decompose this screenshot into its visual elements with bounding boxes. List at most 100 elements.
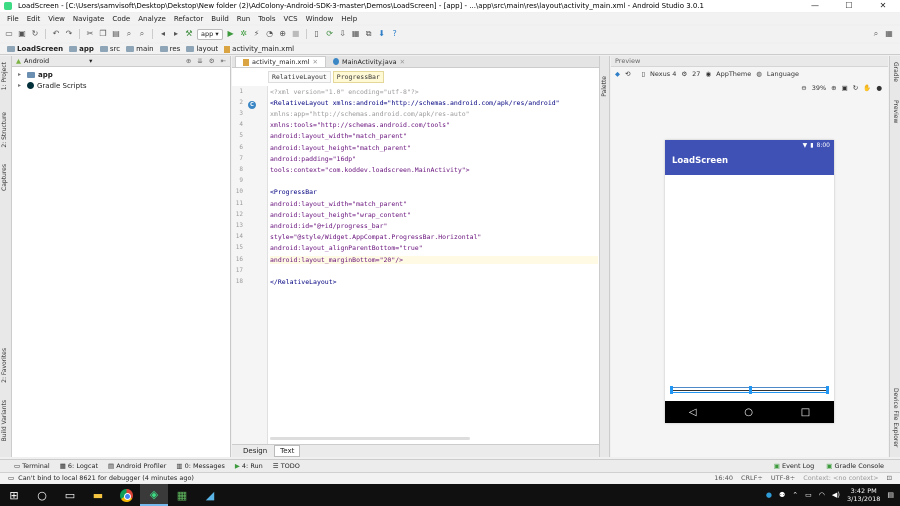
refresh-icon[interactable]: ↻ [853,84,858,92]
android-studio-taskbar-icon[interactable]: ◈ [140,484,168,506]
scroll-from-source-icon[interactable]: ⊕ [186,57,191,65]
phone-icon[interactable]: ▯ [641,70,645,78]
tab-main-activity[interactable]: MainActivity.java ✕ [326,56,412,67]
run-icon[interactable]: ▶ [226,29,236,39]
attach-debugger-icon[interactable]: ⊕ [278,29,288,39]
device-file-explorer-tab[interactable]: Device File Explorer [892,388,899,447]
globe-icon[interactable]: ◍ [756,70,762,78]
favorites-tool-tab[interactable]: 2: Favorites [1,348,8,383]
status-message[interactable]: Can't bind to local 8621 for debugger (4… [18,474,194,482]
resize-handle[interactable] [670,386,673,394]
chevron-right-icon[interactable]: ▸ [18,71,24,78]
app-icon[interactable]: ◢ [196,484,224,506]
wifi-tray-icon[interactable]: ◠ [819,491,825,499]
find-icon[interactable]: ⌕ [124,29,134,39]
make-project-icon[interactable]: ⚒ [184,29,194,39]
tree-item-gradle-scripts[interactable]: ▸ Gradle Scripts [12,80,230,91]
breadcrumb-main[interactable]: main [123,45,157,53]
layers-icon[interactable]: ◆ [615,70,620,78]
language-select[interactable]: Language [767,70,799,78]
breadcrumb-src[interactable]: src [97,45,123,53]
layout-icon[interactable]: ▦ [884,29,894,39]
gear-icon[interactable]: ⚙ [209,57,215,65]
volume-icon[interactable]: ◀) [832,491,840,499]
stop-icon[interactable]: ■ [291,29,301,39]
search-everywhere-icon[interactable]: ⌕ [871,29,881,39]
orientation-icon[interactable]: ⟲ [625,70,630,78]
chrome-icon[interactable] [112,484,140,506]
search-icon[interactable]: ○ [28,484,56,506]
notification-icon[interactable]: ▤ [887,491,894,499]
network-badge-icon[interactable]: ● [766,491,772,499]
terminal-tab[interactable]: ▭ Terminal [14,462,50,470]
resize-handle[interactable] [749,386,752,394]
task-view-icon[interactable]: ▭ [56,484,84,506]
pan-icon[interactable]: ✋ [863,84,871,92]
help-icon[interactable]: ? [390,29,400,39]
copy-icon[interactable]: ❐ [98,29,108,39]
progress-bar-preview[interactable] [670,386,829,394]
close-icon[interactable]: ✕ [313,58,318,66]
breadcrumb-res[interactable]: res [157,45,184,53]
zoom-in-icon[interactable]: ⊕ [831,84,836,92]
menu-analyze[interactable]: Analyze [134,15,170,23]
people-icon[interactable]: ⚉ [779,491,785,499]
context-class-icon[interactable]: C [248,101,256,109]
menu-navigate[interactable]: Navigate [69,15,108,23]
undo-icon[interactable]: ↶ [51,29,61,39]
run-tab[interactable]: ▶ 4: Run [235,462,263,470]
android-profiler-tab[interactable]: ▤ Android Profiler [108,462,166,470]
resize-handle[interactable] [826,386,829,394]
menu-window[interactable]: Window [302,15,338,23]
run-config-select[interactable]: app ▾ [197,28,223,40]
menu-vcs[interactable]: VCS [279,15,301,23]
paste-icon[interactable]: ▤ [111,29,121,39]
sync-icon[interactable]: ↻ [30,29,40,39]
avd-manager-icon[interactable]: ▯ [312,29,322,39]
horizontal-scrollbar[interactable] [270,437,470,440]
caret-position[interactable]: 16:40 [714,474,733,482]
messages-tab[interactable]: ▥ 0: Messages [176,462,225,470]
api-icon[interactable]: ⚙ [681,70,687,78]
gradle-tool-tab[interactable]: Gradle [892,62,899,82]
breadcrumb-layout[interactable]: layout [183,45,221,53]
menu-code[interactable]: Code [108,15,134,23]
warning-icon[interactable]: ● [876,84,882,92]
xml-crumb-relativelayout[interactable]: RelativeLayout [268,71,331,83]
captures-tool-tab[interactable]: Captures [1,164,8,191]
device-select[interactable]: Nexus 4 [650,70,676,78]
lock-icon[interactable]: ⊡ [887,474,892,482]
menu-tools[interactable]: Tools [254,15,279,23]
collapse-all-icon[interactable]: ⇊ [197,57,202,65]
theme-select[interactable]: AppTheme [716,70,751,78]
xml-crumb-progressbar[interactable]: ProgressBar [332,71,384,83]
chevron-down-icon[interactable]: ▾ [89,57,92,65]
menu-view[interactable]: View [44,15,69,23]
spreadsheet-icon[interactable]: ▦ [168,484,196,506]
minimize-button[interactable]: — [798,0,832,12]
menu-help[interactable]: Help [337,15,361,23]
gradle-console-tab[interactable]: ▣ Gradle Console [826,462,884,470]
todo-tab[interactable]: ☰ TODO [273,462,300,470]
back-icon[interactable]: ◂ [158,29,168,39]
tree-item-app[interactable]: ▸ app [12,69,230,80]
android-device-monitor-icon[interactable]: ⧉ [364,29,374,39]
tab-text[interactable]: Text [274,445,301,457]
battery-tray-icon[interactable]: ▭ [805,491,812,499]
breadcrumb-file[interactable]: activity_main.xml [221,45,297,53]
chevron-up-icon[interactable]: ⌃ [792,491,798,499]
tab-activity-main[interactable]: activity_main.xml ✕ [235,56,326,67]
apply-changes-icon[interactable]: ⚡ [252,29,262,39]
breadcrumb-app[interactable]: app [66,45,97,53]
close-button[interactable]: ✕ [866,0,900,12]
save-icon[interactable]: ▣ [17,29,27,39]
zoom-to-fit-icon[interactable]: ▣ [842,84,848,92]
event-log-tab[interactable]: ▣ Event Log [774,462,815,470]
hide-icon[interactable]: ⇤ [221,57,226,65]
forward-icon[interactable]: ▸ [171,29,181,39]
menu-build[interactable]: Build [207,15,233,23]
redo-icon[interactable]: ↷ [64,29,74,39]
menu-run[interactable]: Run [233,15,254,23]
project-view-mode[interactable]: Android [24,57,49,65]
close-icon[interactable]: ✕ [400,58,405,66]
